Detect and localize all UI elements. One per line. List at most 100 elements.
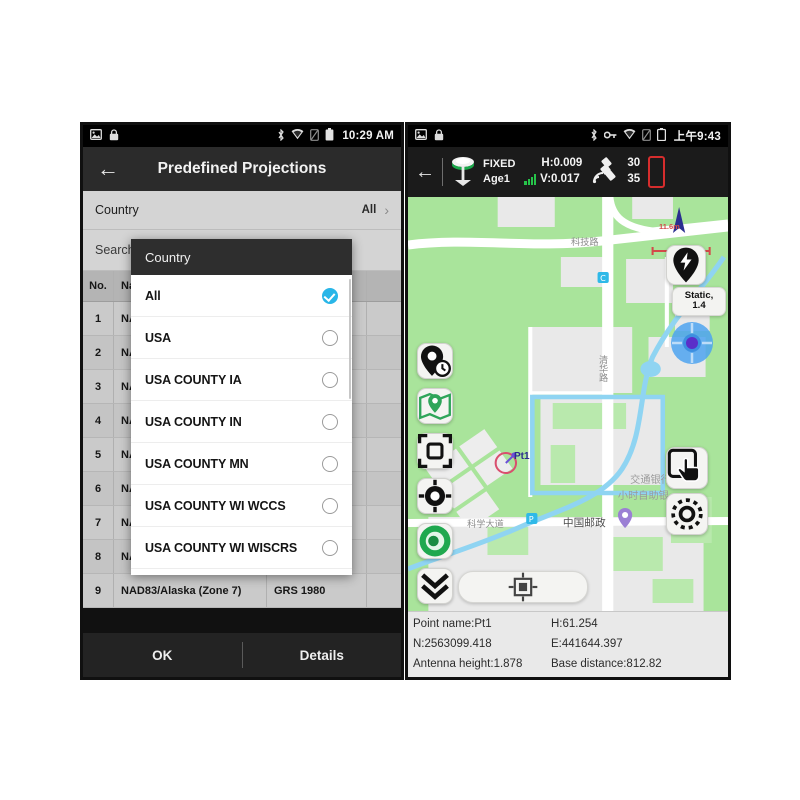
radio-unselected-icon[interactable] — [322, 413, 338, 430]
cell-extra — [367, 574, 401, 607]
info-h: H:61.254 — [551, 618, 598, 630]
left-status-bar: 10:29 AM — [83, 125, 401, 147]
signal-bars-icon — [524, 174, 537, 186]
satellite-count-column: 30 35 — [627, 156, 640, 187]
dropdown-item-label: All — [145, 288, 161, 303]
left-status-left-icons — [90, 128, 119, 144]
cell-no: 8 — [83, 540, 114, 573]
dropdown-item[interactable]: USA COUNTY IA — [131, 359, 352, 401]
cell-no: 3 — [83, 370, 114, 403]
info-base-distance: Base distance:812.82 — [551, 657, 662, 670]
dropdown-scrollbar[interactable] — [348, 279, 351, 399]
cell-no: 6 — [83, 472, 114, 505]
svg-text:中国邮政: 中国邮政 — [563, 516, 606, 529]
current-position-marker — [670, 321, 714, 365]
radio-unselected-icon[interactable] — [322, 371, 338, 388]
table-row[interactable]: 9 NAD83/Alaska (Zone 7) GRS 1980 — [83, 574, 401, 608]
radio-selected-icon[interactable] — [322, 287, 338, 304]
satellites-used: 30 — [627, 157, 641, 170]
svg-text:清华路: 清华路 — [597, 354, 609, 383]
svg-text:科学大道: 科学大道 — [467, 518, 504, 530]
map-layer-button[interactable] — [417, 388, 453, 424]
screenshot-root: 10:29 AM ← Predefined Projections Countr… — [0, 0, 800, 800]
point-label-pt1: Pt1 — [514, 451, 530, 462]
collapse-button[interactable] — [417, 568, 453, 604]
radio-unselected-icon[interactable] — [322, 497, 338, 514]
left-button-bar: OK Details — [83, 633, 401, 677]
left-phone-panel: 10:29 AM ← Predefined Projections Countr… — [80, 122, 404, 680]
sim-icon — [641, 128, 651, 144]
dropdown-item-label: USA COUNTY MN — [145, 456, 249, 471]
cell-extra — [367, 506, 401, 539]
dropdown-item-label: USA — [145, 330, 172, 345]
radio-unselected-icon[interactable] — [322, 329, 338, 346]
info-northing: N:2563099.418 — [413, 637, 492, 650]
cell-no: 1 — [83, 302, 114, 335]
fix-status: FIXED — [483, 158, 516, 171]
dropdown-item[interactable]: USA — [131, 317, 352, 359]
left-title-bar: ← Predefined Projections — [83, 147, 401, 191]
bluetooth-icon — [277, 128, 285, 144]
header-divider — [442, 158, 443, 186]
info-line-1: Point name:Pt1 H:61.254 — [413, 615, 723, 635]
ok-button[interactable]: OK — [83, 648, 242, 663]
cell-no: 5 — [83, 438, 114, 471]
map-canvas[interactable]: 科技路 清华路 交通银行 小时自助银 科学大道 中国邮政 C P 11.6m P… — [408, 197, 728, 611]
col-header-extra — [367, 271, 401, 301]
dropdown-header: Country — [131, 239, 352, 275]
country-label: Country — [95, 203, 139, 217]
country-selector-row[interactable]: Country All › — [83, 191, 401, 230]
dropdown-item-label: USA COUNTY WI WCCS — [145, 498, 286, 513]
cell-extra — [367, 302, 401, 335]
svg-text:P: P — [529, 515, 534, 524]
cell-ellipsoid: GRS 1980 — [267, 574, 367, 607]
dropdown-item-label: USA COUNTY IN — [145, 414, 242, 429]
gnss-rover-icon — [448, 153, 478, 192]
survey-point-button[interactable] — [458, 571, 588, 603]
dropdown-item[interactable]: USA COUNTY WI WISCRS — [131, 527, 352, 569]
dropdown-item-label: USA COUNTY WI WISCRS — [145, 540, 298, 555]
radio-unselected-icon[interactable] — [322, 539, 338, 556]
cell-extra — [367, 336, 401, 369]
key-icon — [603, 130, 617, 143]
measure-button[interactable] — [417, 523, 453, 559]
cell-name: NAD83/Alaska (Zone 7) — [114, 574, 267, 607]
cell-extra — [367, 404, 401, 437]
back-button[interactable]: ← — [93, 158, 123, 180]
wifi-icon — [291, 128, 304, 143]
cell-extra — [367, 472, 401, 505]
dropdown-item[interactable]: USA STATE ME — [131, 569, 352, 575]
bluetooth-icon — [590, 128, 598, 144]
cell-extra — [367, 540, 401, 573]
country-dropdown: Country All USA USA COUNTY IA USA COUNTY IN… — [131, 239, 352, 575]
pan-hand-button[interactable] — [666, 447, 708, 489]
dropdown-item[interactable]: USA COUNTY IN — [131, 401, 352, 443]
gps-status-bar: ← FIXED Age1 H:0.009 V:0.017 30 35 — [408, 147, 728, 197]
battery-icon — [325, 128, 334, 144]
back-button[interactable]: ← — [413, 161, 437, 184]
right-status-bar: 上午9:43 — [408, 125, 728, 147]
zoom-extent-button[interactable] — [417, 433, 453, 469]
dropdown-list: All USA USA COUNTY IA USA COUNTY IN USA COUN… — [131, 275, 352, 575]
svg-text:C: C — [600, 274, 606, 283]
sim-icon — [310, 128, 320, 144]
svg-text:小时自助银: 小时自助银 — [618, 489, 669, 502]
details-button[interactable]: Details — [243, 648, 402, 663]
satellite-icon — [590, 154, 622, 191]
locate-me-button[interactable] — [417, 478, 453, 514]
dropdown-item[interactable]: USA COUNTY WI WCCS — [131, 485, 352, 527]
settings-button[interactable] — [666, 493, 708, 535]
country-value: All — [361, 204, 377, 216]
image-icon — [90, 129, 102, 143]
cell-no: 7 — [83, 506, 114, 539]
point-survey-button[interactable] — [417, 343, 453, 379]
radio-unselected-icon[interactable] — [322, 455, 338, 472]
info-antenna-height: Antenna height:1.878 — [413, 657, 523, 670]
dropdown-item[interactable]: All — [131, 275, 352, 317]
page-title: Predefined Projections — [157, 160, 327, 177]
dropdown-item[interactable]: USA COUNTY MN — [131, 443, 352, 485]
search-input[interactable]: Search — [95, 243, 135, 257]
flash-mode-button[interactable] — [666, 245, 706, 285]
wifi-icon — [623, 128, 636, 143]
cell-no: 9 — [83, 574, 114, 607]
